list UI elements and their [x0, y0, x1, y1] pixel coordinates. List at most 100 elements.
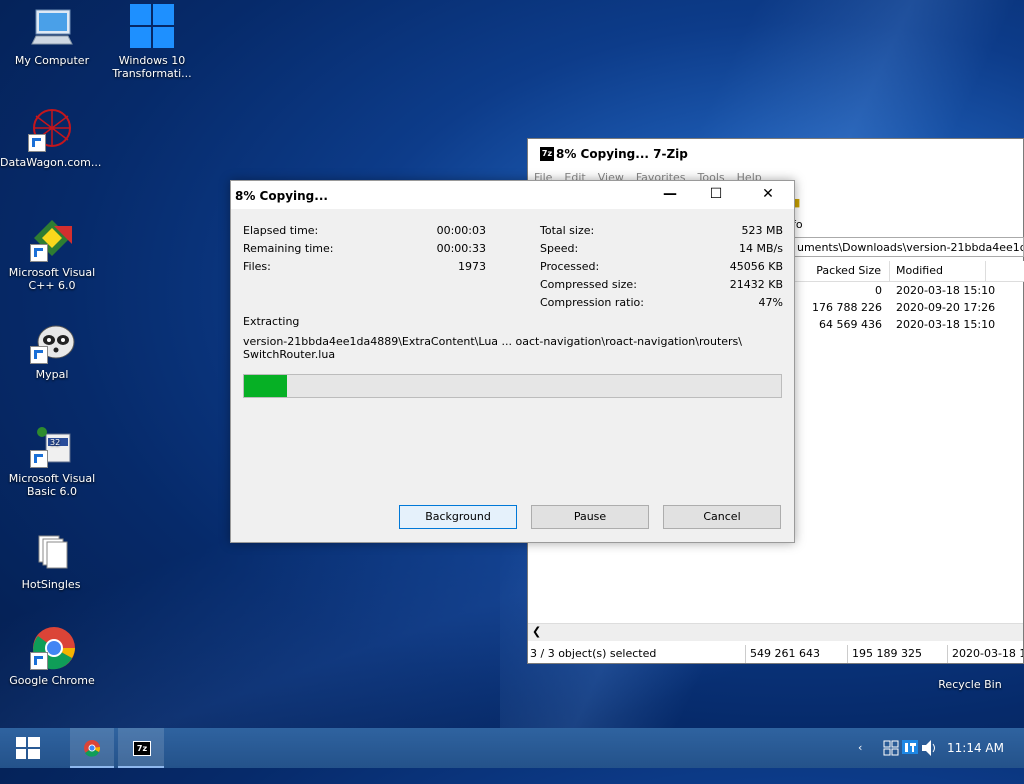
close-icon: ✕: [762, 186, 774, 202]
speed-label: Speed:: [540, 242, 579, 255]
desktop-icon-label: Mypal: [35, 368, 69, 381]
tray-clock[interactable]: 11:14 AM: [947, 728, 1004, 768]
start-button[interactable]: [0, 728, 60, 768]
maximize-button[interactable]: ☐: [693, 181, 739, 209]
status-size: 549 261 643: [746, 645, 848, 663]
operation-label: Extracting: [243, 315, 300, 328]
taskbar: 7z ‹ 11:14 AM: [0, 728, 1024, 768]
shortcut-arrow-icon: [30, 652, 48, 670]
computer-icon: [28, 6, 76, 50]
elapsed-label: Elapsed time:: [243, 224, 319, 237]
desktop-icon-label: HotSingles: [21, 578, 81, 591]
copy-progress-dialog[interactable]: 8% Copying... — ☐ ✕ Elapsed time: 00:00:…: [230, 180, 795, 543]
desktop-icon-datawagon[interactable]: DataWagon.com...: [0, 108, 102, 169]
desktop-icon-google-chrome[interactable]: Google Chrome: [2, 626, 102, 687]
svg-text:32: 32: [50, 438, 60, 447]
status-modified: 2020-03-18 15:10: [952, 647, 1023, 660]
desktop-icon-recycle-bin[interactable]: Recycle Bin: [920, 678, 1020, 691]
compressed-size-value: 21432 KB: [729, 278, 783, 291]
7zip-titlebar[interactable]: 7z 8% Copying... 7-Zip: [528, 139, 1023, 169]
remaining-value: 00:00:33: [436, 242, 486, 255]
chrome-icon: [28, 626, 76, 670]
status-packed: 195 189 325: [848, 645, 948, 663]
7zip-icon: 7z: [540, 147, 554, 161]
tray-app-icon[interactable]: [901, 728, 919, 768]
desktop-icon-windows10-transformation[interactable]: Windows 10 Transformati...: [102, 2, 202, 80]
compressed-size-label: Compressed size:: [540, 278, 637, 291]
files-value: 1973: [458, 260, 486, 273]
desktop-icon-label: Microsoft Visual Basic 6.0: [8, 472, 96, 498]
desktop-icon-mypal[interactable]: Mypal: [2, 320, 102, 381]
desktop-icon-label: DataWagon.com...: [0, 156, 102, 169]
column-packed-size[interactable]: Packed Size: [792, 261, 890, 281]
chrome-icon: [84, 740, 101, 757]
file-stack-icon: [27, 530, 75, 574]
pause-button[interactable]: Pause: [531, 505, 649, 529]
current-file-name: SwitchRouter.lua: [243, 348, 336, 361]
minimize-button[interactable]: —: [647, 181, 693, 209]
visual-basic-icon: 32: [28, 424, 76, 468]
compression-ratio-value: 47%: [758, 296, 783, 309]
desktop-icon-label: Microsoft Visual C++ 6.0: [8, 266, 96, 292]
cell-modified: 2020-09-20 17:26: [896, 301, 996, 314]
table-row[interactable]: 64 569 436 2020-03-18 15:10: [792, 316, 1024, 333]
7zip-icon: 7z: [133, 741, 151, 756]
cell-packed: 0: [875, 284, 882, 297]
desktop-icon-label: Google Chrome: [9, 674, 95, 687]
desktop-icon-label: Windows 10 Transformati...: [112, 54, 192, 80]
taskbar-chrome[interactable]: [70, 728, 114, 768]
table-row[interactable]: 0 2020-03-18 15:10: [792, 282, 1024, 299]
shortcut-arrow-icon: [28, 134, 46, 152]
horizontal-scrollbar[interactable]: ❮: [528, 623, 1023, 641]
cell-modified: 2020-03-18 15:10: [896, 284, 996, 297]
maximize-icon: ☐: [709, 186, 723, 202]
table-row[interactable]: 176 788 226 2020-09-20 17:26: [792, 299, 1024, 316]
windows-logo-icon: [128, 2, 176, 50]
file-list-header: Packed Size Modified: [792, 261, 1024, 282]
status-bar: 3 / 3 object(s) selected 549 261 643 195…: [528, 645, 1023, 663]
tray-volume-icon[interactable]: [921, 728, 937, 768]
close-button[interactable]: ✕: [745, 181, 791, 209]
tray-chevron-icon[interactable]: ‹: [858, 728, 862, 768]
desktop-icon-visual-cpp[interactable]: Microsoft Visual C++ 6.0: [2, 218, 102, 292]
desktop-icon-my-computer[interactable]: My Computer: [2, 6, 102, 67]
speed-value: 14 MB/s: [739, 242, 783, 255]
cancel-button[interactable]: Cancel: [663, 505, 781, 529]
column-modified[interactable]: Modified: [890, 261, 986, 281]
tray-network-icon[interactable]: [883, 728, 899, 768]
dialog-title: 8% Copying...: [235, 189, 328, 203]
compression-ratio-label: Compression ratio:: [540, 296, 644, 309]
desktop-icon-hotsingles[interactable]: HotSingles: [1, 530, 101, 591]
files-label: Files:: [243, 260, 271, 273]
desktop-icon-label: My Computer: [14, 54, 90, 67]
cell-packed: 176 788 226: [812, 301, 882, 314]
scroll-left-icon[interactable]: ❮: [532, 625, 541, 638]
current-file-path: version-21bbda4ee1da4889\ExtraContent\Lu…: [243, 335, 742, 348]
processed-value: 45056 KB: [729, 260, 783, 273]
address-bar[interactable]: uments\Downloads\version-21bbda4ee1da48: [792, 237, 1024, 257]
minimize-icon: —: [663, 186, 677, 202]
7zip-title: 8% Copying... 7-Zip: [556, 147, 688, 161]
elapsed-value: 00:00:03: [436, 224, 486, 237]
desktop-icon-visual-basic[interactable]: 32 Microsoft Visual Basic 6.0: [2, 424, 102, 498]
column-empty: [986, 261, 1024, 281]
background-button[interactable]: Background: [399, 505, 517, 529]
visual-cpp-icon: [28, 218, 76, 262]
total-size-label: Total size:: [540, 224, 595, 237]
total-size-value: 523 MB: [741, 224, 783, 237]
progress-fill: [244, 375, 287, 397]
shortcut-arrow-icon: [30, 346, 48, 364]
remaining-label: Remaining time:: [243, 242, 334, 255]
status-selected: 3 / 3 object(s) selected: [528, 645, 746, 663]
windows-start-icon: [16, 737, 40, 759]
cell-modified: 2020-03-18 15:10: [896, 318, 996, 331]
desktop-icon-label: Recycle Bin: [938, 678, 1002, 691]
dialog-titlebar[interactable]: 8% Copying... — ☐ ✕: [231, 181, 794, 209]
shortcut-arrow-icon: [30, 244, 48, 262]
raccoon-icon: [28, 320, 76, 364]
taskbar-7zip[interactable]: 7z: [118, 728, 164, 768]
shortcut-arrow-icon: [30, 450, 48, 468]
progress-bar: [243, 374, 782, 398]
cell-packed: 64 569 436: [819, 318, 882, 331]
datawagon-icon: [26, 108, 74, 152]
